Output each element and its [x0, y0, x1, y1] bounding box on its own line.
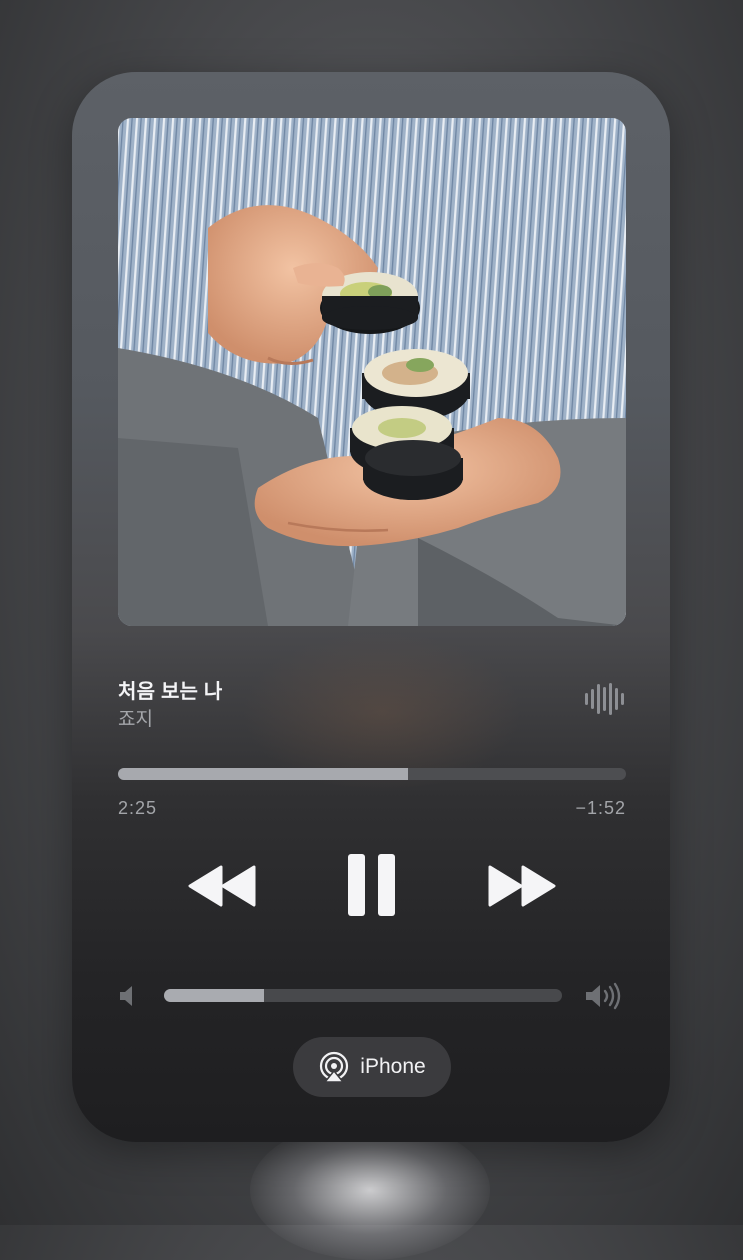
pause-icon	[348, 854, 395, 916]
pause-button[interactable]	[346, 852, 398, 918]
volume-slider-fill	[164, 989, 264, 1002]
track-title[interactable]: 처음 보는 나	[118, 675, 223, 704]
backward-icon	[188, 865, 256, 907]
audio-output-button[interactable]: iPhone	[293, 1037, 451, 1097]
speaker-low-icon	[118, 984, 140, 1008]
speaker-high-icon	[584, 982, 626, 1010]
fast-forward-button[interactable]	[486, 865, 556, 907]
album-artwork[interactable]	[118, 118, 626, 626]
track-artist[interactable]: 죠지	[118, 704, 153, 731]
playback-progress-bar[interactable]	[118, 768, 626, 780]
elapsed-time: 2:25	[118, 798, 158, 818]
output-device-label: iPhone	[360, 1055, 426, 1078]
now-playing-card: 처음 보는 나 죠지 2:25 −1:52 iPhone	[72, 72, 670, 1142]
rewind-button[interactable]	[188, 865, 258, 907]
volume-slider[interactable]	[164, 989, 562, 1002]
airplay-icon	[320, 1051, 349, 1083]
waveform-icon	[584, 682, 626, 716]
remaining-time: −1:52	[575, 798, 626, 818]
forward-icon	[488, 865, 556, 907]
playback-progress-fill	[118, 768, 408, 780]
